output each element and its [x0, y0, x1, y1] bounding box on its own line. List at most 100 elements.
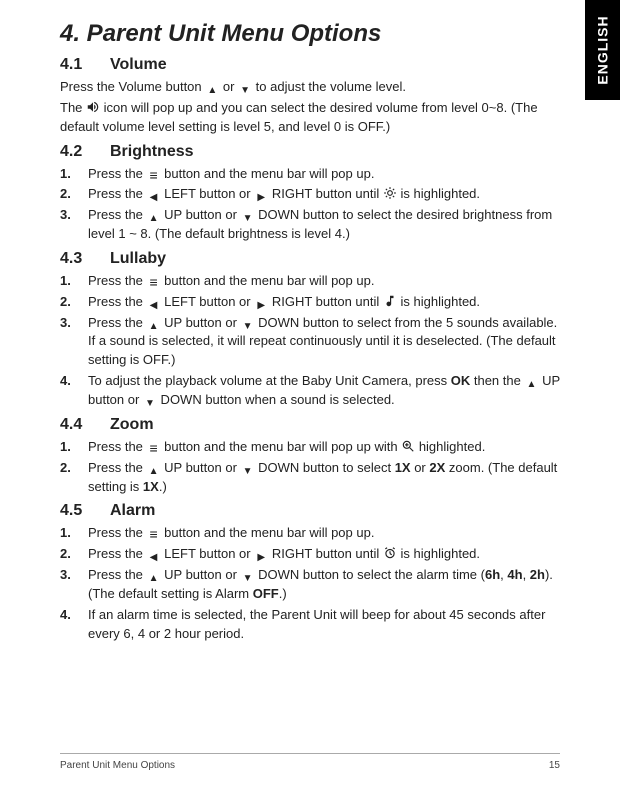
text: Press the: [88, 546, 147, 561]
text: If an alarm time is selected, the Parent…: [88, 607, 545, 641]
text: RIGHT button until: [268, 294, 383, 309]
text: button and the menu bar will pop up.: [161, 273, 375, 288]
section-number: 4.3: [60, 250, 110, 268]
up-triangle-icon: [205, 82, 219, 96]
zoom-1x: 1X: [395, 460, 411, 475]
volume-text-2: The icon will pop up and you can select …: [60, 99, 560, 137]
up-triangle-icon: [147, 210, 161, 224]
list-item: 2. Press the LEFT button or RIGHT button…: [60, 185, 560, 204]
step-number: 2.: [60, 293, 71, 312]
left-triangle-icon: [147, 549, 161, 563]
text: LEFT button or: [161, 186, 255, 201]
text: or: [411, 460, 430, 475]
list-item: 4. To adjust the playback volume at the …: [60, 372, 560, 410]
section-title: Lullaby: [110, 250, 166, 267]
alarm-clock-icon: [383, 546, 397, 560]
up-triangle-icon: [147, 318, 161, 332]
language-tab: ENGLISH: [585, 0, 620, 100]
right-triangle-icon: [254, 549, 268, 563]
menu-icon: [147, 527, 161, 541]
left-triangle-icon: [147, 189, 161, 203]
text: is highlighted.: [401, 294, 481, 309]
step-number: 3.: [60, 206, 71, 225]
list-item: 1. Press the button and the menu bar wil…: [60, 272, 560, 291]
text: Press the: [88, 207, 147, 222]
text: Press the: [88, 294, 147, 309]
text: button and the menu bar will pop up with: [161, 439, 402, 454]
text: RIGHT button until: [268, 546, 383, 561]
step-number: 1.: [60, 438, 71, 457]
alarm-2h: 2h: [530, 567, 545, 582]
text: Press the: [88, 567, 147, 582]
section-number: 4.4: [60, 416, 110, 434]
step-number: 3.: [60, 314, 71, 333]
page-footer: Parent Unit Menu Options 15: [60, 753, 560, 771]
up-triangle-icon: [147, 570, 161, 584]
text: highlighted.: [419, 439, 486, 454]
text: RIGHT button until: [268, 186, 383, 201]
text: Press the: [88, 439, 147, 454]
alarm-steps: 1. Press the button and the menu bar wil…: [60, 524, 560, 643]
list-item: 4. If an alarm time is selected, the Par…: [60, 606, 560, 644]
speaker-icon: [86, 100, 100, 114]
down-triangle-icon: [238, 82, 252, 96]
text: The: [60, 100, 86, 115]
text: Press the: [88, 460, 147, 475]
text: UP button or: [161, 460, 241, 475]
text: icon will pop up and you can select the …: [60, 100, 538, 134]
step-number: 4.: [60, 606, 71, 625]
right-triangle-icon: [254, 189, 268, 203]
section-number: 4.1: [60, 56, 110, 74]
text: UP button or: [161, 567, 241, 582]
down-triangle-icon: [241, 210, 255, 224]
text: to adjust the volume level.: [252, 79, 406, 94]
list-item: 1. Press the button and the menu bar wil…: [60, 165, 560, 184]
right-triangle-icon: [254, 297, 268, 311]
step-number: 3.: [60, 566, 71, 585]
text: button and the menu bar will pop up.: [161, 166, 375, 181]
list-item: 1. Press the button and the menu bar wil…: [60, 524, 560, 543]
zoom-steps: 1. Press the button and the menu bar wil…: [60, 438, 560, 497]
step-number: 1.: [60, 272, 71, 291]
text: .): [159, 479, 167, 494]
menu-icon: [147, 168, 161, 182]
text: ,: [523, 567, 530, 582]
text: Press the: [88, 315, 147, 330]
up-triangle-icon: [524, 376, 538, 390]
step-number: 1.: [60, 524, 71, 543]
section-brightness-heading: 4.2Brightness: [60, 143, 560, 161]
step-number: 2.: [60, 459, 71, 478]
text: or: [219, 79, 238, 94]
section-title: Alarm: [110, 502, 155, 519]
section-zoom-heading: 4.4Zoom: [60, 416, 560, 434]
text: Press the: [88, 273, 147, 288]
ok-label: OK: [451, 373, 471, 388]
section-title: Zoom: [110, 416, 154, 433]
text: To adjust the playback volume at the Bab…: [88, 373, 451, 388]
zoom-2x: 2X: [429, 460, 445, 475]
down-triangle-icon: [241, 463, 255, 477]
down-triangle-icon: [143, 395, 157, 409]
volume-text-1: Press the Volume button or to adjust the…: [60, 78, 560, 97]
alarm-off: OFF: [253, 586, 279, 601]
text: Press the: [88, 186, 147, 201]
down-triangle-icon: [241, 570, 255, 584]
section-title: Volume: [110, 56, 167, 73]
step-number: 2.: [60, 545, 71, 564]
text: DOWN button when a sound is selected.: [157, 392, 395, 407]
left-triangle-icon: [147, 297, 161, 311]
alarm-6h: 6h: [485, 567, 500, 582]
text: LEFT button or: [161, 546, 255, 561]
zoom-default: 1X: [143, 479, 159, 494]
list-item: 3. Press the UP button or DOWN button to…: [60, 206, 560, 244]
text: Press the Volume button: [60, 79, 205, 94]
language-label: ENGLISH: [595, 15, 611, 84]
text: is highlighted.: [401, 186, 481, 201]
section-lullaby-heading: 4.3Lullaby: [60, 250, 560, 268]
list-item: 2. Press the LEFT button or RIGHT button…: [60, 545, 560, 564]
text: DOWN button to select the alarm time (: [255, 567, 485, 582]
brightness-icon: [383, 186, 397, 200]
list-item: 2. Press the LEFT button or RIGHT button…: [60, 293, 560, 312]
music-note-icon: [383, 294, 397, 308]
text: UP button or: [161, 207, 241, 222]
